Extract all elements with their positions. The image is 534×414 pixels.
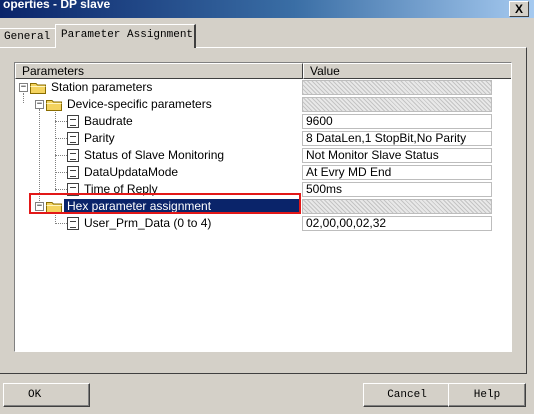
tree-row[interactable]: − Device-specific parameters <box>15 96 511 113</box>
title-bar: operties - DP slave <box>0 0 534 18</box>
document-icon <box>67 183 79 196</box>
tree-item-label: Time of Reply <box>84 182 158 196</box>
minus-box-icon: − <box>36 201 43 211</box>
close-icon: X <box>514 2 523 16</box>
tree-row[interactable]: − Station parameters <box>15 79 511 96</box>
ok-button[interactable]: OK <box>3 383 90 407</box>
document-icon <box>67 132 79 145</box>
tree-row[interactable]: DataUpdataMode At Evry MD End <box>15 164 511 181</box>
document-icon <box>67 217 79 230</box>
tree-row[interactable]: Baudrate 9600 <box>15 113 511 130</box>
value-cell[interactable]: Not Monitor Slave Status <box>302 148 492 163</box>
minus-box-icon: − <box>20 82 27 92</box>
document-icon <box>67 166 79 179</box>
collapse-toggle[interactable]: − <box>35 100 44 109</box>
document-icon <box>67 149 79 162</box>
folder-icon <box>30 83 46 94</box>
collapse-toggle[interactable]: − <box>19 83 28 92</box>
value-cell[interactable]: At Evry MD End <box>302 165 492 180</box>
close-button[interactable]: X <box>509 1 529 17</box>
tree-item-label: Device-specific parameters <box>67 97 212 111</box>
value-cell[interactable]: 500ms <box>302 182 492 197</box>
tree-row[interactable]: Time of Reply 500ms <box>15 181 511 198</box>
value-cell <box>302 199 492 214</box>
tree-item-label: Status of Slave Monitoring <box>84 148 225 162</box>
folder-icon <box>46 100 62 111</box>
value-cell[interactable]: 02,00,00,02,32 <box>302 216 492 231</box>
value-cell <box>302 97 492 112</box>
value-cell[interactable]: 9600 <box>302 114 492 129</box>
window-title: operties - DP slave <box>3 0 111 11</box>
collapse-toggle[interactable]: − <box>35 202 44 211</box>
column-header-parameters[interactable]: Parameters <box>15 63 303 79</box>
value-cell <box>302 80 492 95</box>
document-icon <box>67 115 79 128</box>
column-header-value[interactable]: Value <box>303 63 511 79</box>
tree-item-label: Parity <box>84 131 115 145</box>
tab-parameter-assignment[interactable]: Parameter Assignment <box>55 24 196 48</box>
tree-item-label: Baudrate <box>84 114 133 128</box>
tab-general[interactable]: General <box>0 28 56 48</box>
tree-item-label: DataUpdataMode <box>84 165 179 179</box>
tree-item-label: Station parameters <box>51 80 153 94</box>
tree-row[interactable]: User_Prm_Data (0 to 4) 02,00,00,02,32 <box>15 215 511 232</box>
tree-item-label: User_Prm_Data (0 to 4) <box>84 216 212 230</box>
tree-item-label: Hex parameter assignment <box>64 199 299 214</box>
tree-row-selected[interactable]: − Hex parameter assignment <box>15 198 511 215</box>
value-cell[interactable]: 8 DataLen,1 StopBit,No Parity <box>302 131 492 146</box>
folder-icon <box>46 202 62 213</box>
parameters-tree-table[interactable]: Parameters Value − Station parameters − … <box>14 62 512 352</box>
help-button[interactable]: Help <box>448 383 526 407</box>
tree-row[interactable]: Status of Slave Monitoring Not Monitor S… <box>15 147 511 164</box>
cancel-button[interactable]: Cancel <box>363 383 451 407</box>
minus-box-icon: − <box>36 99 43 109</box>
tree-row[interactable]: Parity 8 DataLen,1 StopBit,No Parity <box>15 130 511 147</box>
